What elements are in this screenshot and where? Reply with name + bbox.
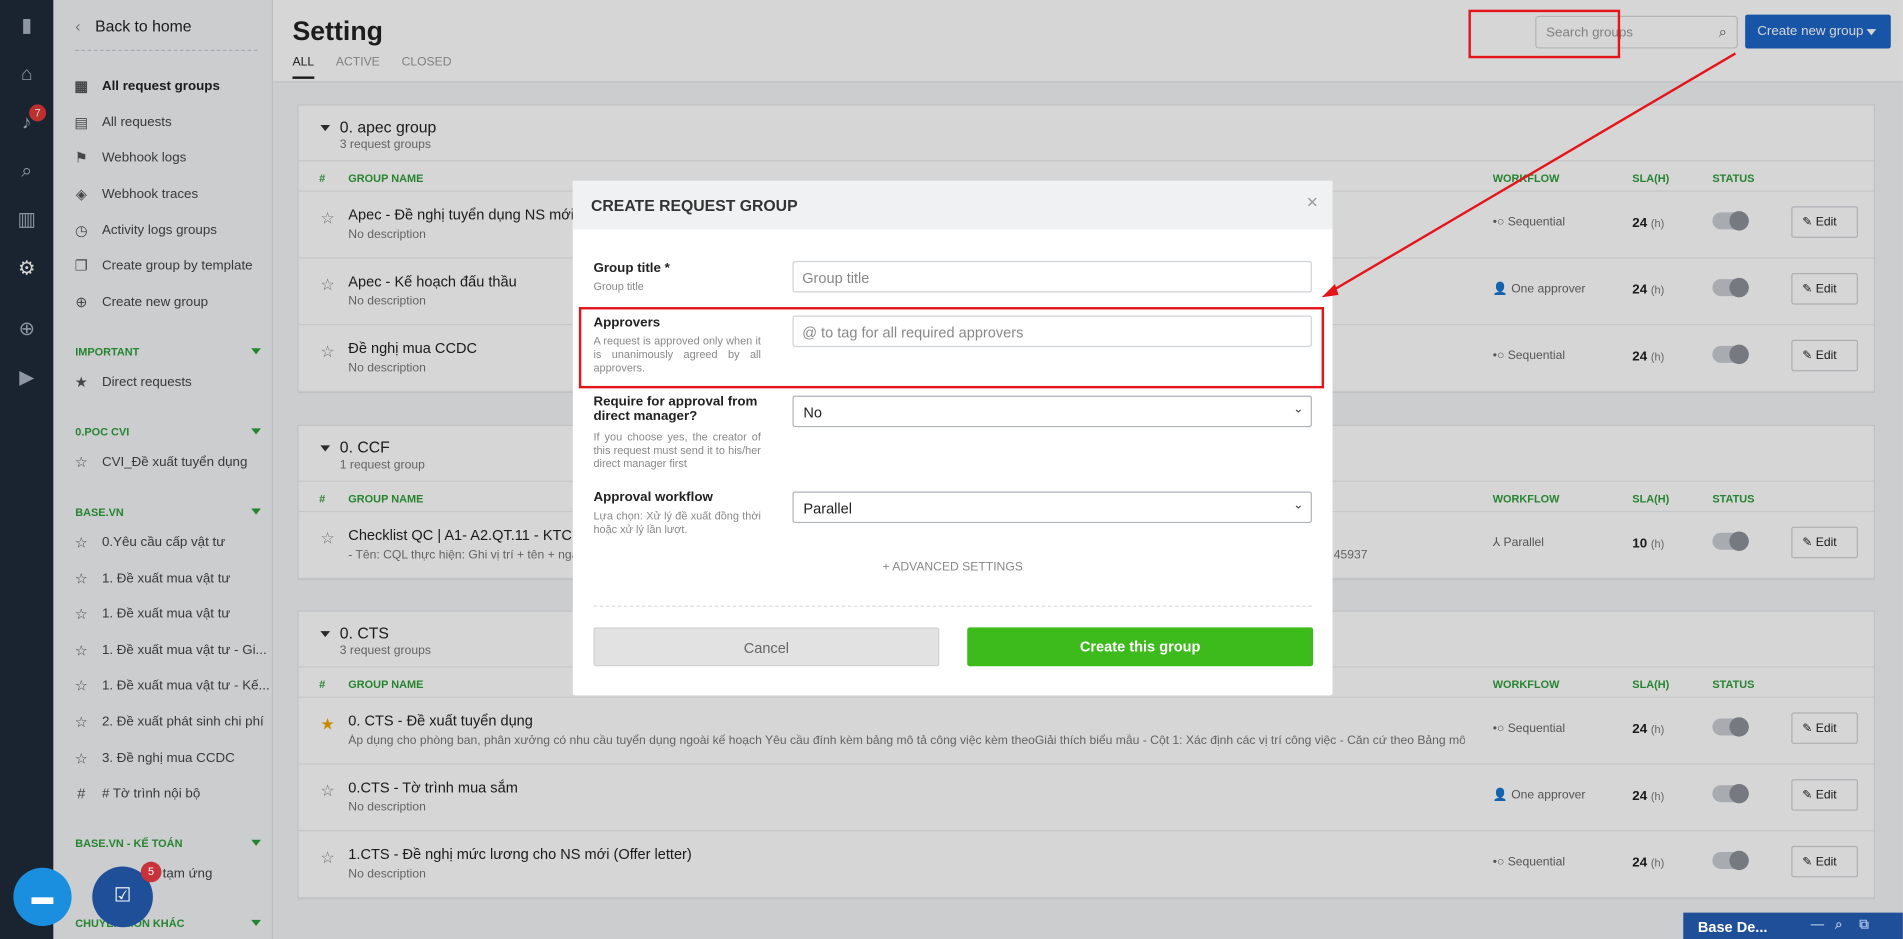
- arrow-line: [1330, 52, 1737, 293]
- arrow-head: [1321, 283, 1339, 298]
- annotation-arrow: [1321, 52, 1737, 298]
- app-root: ▮ ⌂ ♪ 7 ⌕ ▥ ⚙ ⊕ ▶ ‹ Back to home ▦ All req…: [0, 0, 1903, 939]
